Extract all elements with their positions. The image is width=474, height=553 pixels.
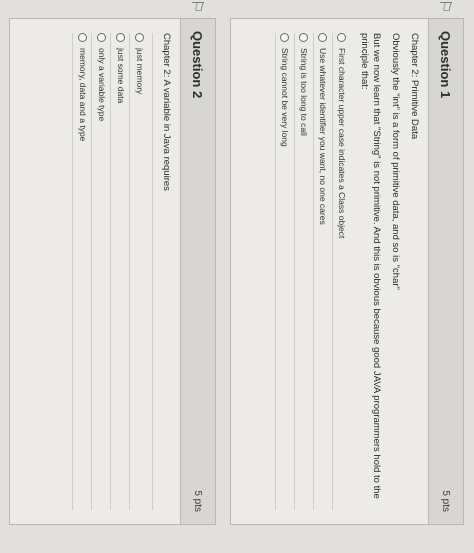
divider [152, 33, 154, 510]
answer-option[interactable]: First character upper case indicates a C… [331, 33, 351, 510]
answer-label: String cannot be very long [280, 48, 291, 147]
answer-label: String is too long to call [299, 48, 310, 136]
answer-option[interactable]: just memory [129, 33, 149, 510]
answer-label: memory, data and a type [77, 48, 88, 142]
radio-button[interactable] [280, 33, 290, 42]
radio-button[interactable] [96, 33, 106, 42]
flag-icon[interactable]: ⚐ [187, 0, 207, 13]
answer-list: just memory just some data only a variab… [72, 33, 149, 510]
answer-option[interactable]: String is too long to call [293, 33, 313, 510]
question-text-line: Chapter 2: Primitive Data [409, 33, 420, 140]
radio-button[interactable] [299, 33, 309, 42]
answer-option[interactable]: memory, data and a type [72, 33, 92, 510]
answer-option[interactable]: String cannot be very long [274, 33, 294, 510]
question-body: Chapter 2: Primitive Data Obviously the … [267, 19, 428, 524]
question-card-2: ⚐ Question 2 5 pts Chapter 2: A variable… [9, 0, 216, 525]
question-body: Chapter 2: A variable in Java requires j… [64, 19, 180, 524]
answer-option[interactable]: only a variable type [91, 33, 111, 510]
answer-option[interactable]: Use whatever identifier you want, no one… [312, 33, 332, 510]
question-points: 5 pts [192, 490, 204, 512]
question-card-1: ⚐ Question 1 5 pts Chapter 2: Primitive … [230, 0, 464, 525]
question-title: Question 2 [190, 31, 206, 99]
answer-list: First character upper case indicates a C… [274, 33, 351, 510]
radio-button[interactable] [77, 33, 87, 42]
question-header: Question 2 5 pts [180, 19, 215, 524]
answer-label: only a variable type [96, 48, 107, 122]
question-text-line: But we now learn that "String" is not pr… [358, 33, 383, 499]
question-points: 5 pts [440, 490, 452, 512]
question-text-line: Obviously the "int" is a form of primiti… [390, 33, 402, 290]
radio-button[interactable] [318, 33, 328, 42]
radio-button[interactable] [134, 33, 144, 42]
radio-button[interactable] [115, 33, 125, 42]
question-title: Question 1 [438, 31, 454, 99]
answer-label: First character upper case indicates a C… [337, 48, 348, 239]
flag-icon[interactable]: ⚐ [435, 0, 455, 13]
quiz-page: ⚐ Question 1 5 pts Chapter 2: Primitive … [0, 0, 474, 553]
answer-option[interactable]: just some data [110, 33, 130, 510]
radio-button[interactable] [337, 33, 347, 42]
question-text-line: Chapter 2: A variable in Java requires [161, 33, 172, 191]
answer-label: Use whatever identifier you want, no one… [318, 48, 329, 225]
question-header: Question 1 5 pts [428, 19, 463, 524]
answer-label: just some data [115, 48, 126, 104]
answer-label: just memory [134, 48, 145, 95]
